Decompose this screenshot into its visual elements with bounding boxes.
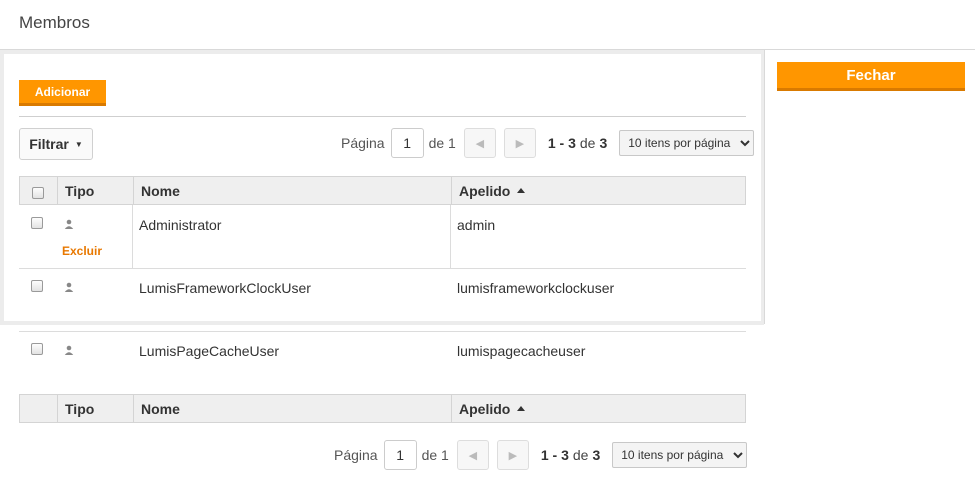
records-range: 1 - 3 de 3 <box>541 447 600 463</box>
column-divider <box>450 205 451 269</box>
prev-page-button[interactable]: ◀ <box>463 128 496 158</box>
column-name-label: Nome <box>141 182 180 199</box>
add-button[interactable]: Adicionar <box>19 80 106 106</box>
page-header: Membros <box>0 0 975 50</box>
user-icon <box>64 345 74 355</box>
column-footer-lastname[interactable]: Apelido <box>451 395 745 422</box>
records-total: 3 <box>592 447 601 463</box>
delete-link[interactable]: Excluir <box>62 244 102 258</box>
row-divider <box>19 268 746 269</box>
next-page-button[interactable]: ▶ <box>503 128 536 158</box>
next-page-icon: ▶ <box>515 137 525 150</box>
user-icon <box>64 219 74 229</box>
row-checkbox[interactable] <box>31 343 43 355</box>
column-lastname-label: Apelido <box>459 400 511 417</box>
user-icon <box>64 282 74 292</box>
column-footer-name[interactable]: Nome <box>133 395 451 422</box>
sort-ascending-icon <box>517 188 526 193</box>
page-number-input[interactable] <box>390 128 424 158</box>
page-count: de 1 <box>421 447 449 463</box>
page-number-input[interactable] <box>383 440 417 470</box>
row-lastname: lumispagecacheuser <box>457 343 586 359</box>
items-per-page-select[interactable]: 10 itens por página <box>619 130 755 156</box>
records-range-of: de <box>572 447 589 463</box>
row-name: LumisPageCacheUser <box>139 343 280 359</box>
records-range: 1 - 3 de 3 <box>548 135 607 151</box>
column-lastname-label: Apelido <box>459 182 511 199</box>
column-header-type[interactable]: Tipo <box>57 177 133 204</box>
records-range-of: de <box>579 135 596 151</box>
records-total: 3 <box>599 135 608 151</box>
header-select-cell <box>20 177 57 204</box>
pager-top: Página de 1 ◀ ▶ 1 - 3de3 10 itens por pá… <box>341 128 755 158</box>
row-name: Administrator <box>139 217 222 233</box>
panel-shadow-left <box>0 50 4 324</box>
sort-ascending-icon <box>517 406 526 411</box>
prev-page-icon: ◀ <box>468 449 478 462</box>
prev-page-button[interactable]: ◀ <box>456 440 489 470</box>
row-divider <box>19 331 746 332</box>
page-label: Página <box>341 135 385 151</box>
pager-bottom: Página de 1 ◀ ▶ 1 - 3de3 10 itens por pá… <box>334 440 748 470</box>
column-header-name[interactable]: Nome <box>133 177 451 204</box>
row-lastname: admin <box>457 217 496 233</box>
panel-shadow-bottom <box>0 321 764 325</box>
column-header-lastname[interactable]: Apelido <box>451 177 745 204</box>
page-label: Página <box>334 447 378 463</box>
close-button[interactable]: Fechar <box>777 62 965 91</box>
records-range-value: 1 - 3 <box>540 447 569 463</box>
page-title: Membros <box>19 13 90 32</box>
filter-label: Filtrar <box>29 136 69 152</box>
prev-page-icon: ◀ <box>475 137 485 150</box>
toolbar-divider <box>19 116 746 117</box>
chevron-down-icon: ▼ <box>74 139 83 149</box>
table-header: Tipo Nome Apelido <box>19 176 746 205</box>
footer-select-cell <box>20 395 57 422</box>
next-page-button[interactable]: ▶ <box>496 440 529 470</box>
table-footer-header: Tipo Nome Apelido <box>19 394 746 423</box>
column-type-label: Tipo <box>65 400 95 417</box>
column-name-label: Nome <box>141 400 180 417</box>
page-count: de 1 <box>428 135 456 151</box>
side-panel <box>764 50 975 324</box>
select-all-checkbox[interactable] <box>32 187 44 199</box>
column-footer-type[interactable]: Tipo <box>57 395 133 422</box>
row-checkbox[interactable] <box>31 280 43 292</box>
row-name: LumisFrameworkClockUser <box>139 280 311 296</box>
row-checkbox[interactable] <box>31 217 43 229</box>
panel-shadow-top <box>0 50 764 54</box>
next-page-icon: ▶ <box>508 449 518 462</box>
items-per-page-select[interactable]: 10 itens por página <box>612 442 748 468</box>
column-type-label: Tipo <box>65 182 95 199</box>
column-divider <box>132 205 133 269</box>
records-range-value: 1 - 3 <box>547 135 576 151</box>
filter-button[interactable]: Filtrar ▼ <box>19 128 93 160</box>
row-lastname: lumisframeworkclockuser <box>457 280 615 296</box>
